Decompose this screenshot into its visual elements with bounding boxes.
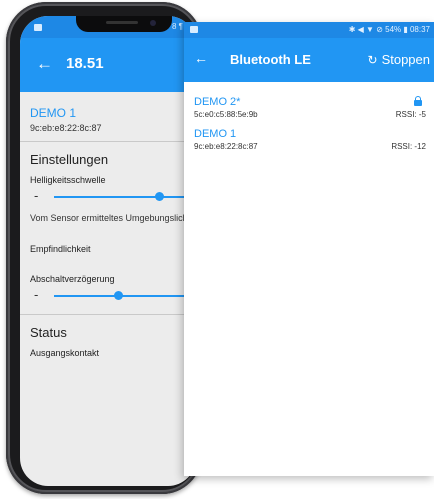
- device-rssi: RSSI: -12: [391, 142, 426, 151]
- phone-notch: [76, 16, 172, 32]
- output-contact-label: Ausgangskontakt: [30, 348, 100, 358]
- status-section-title: Status: [30, 325, 67, 340]
- brightness-threshold-slider[interactable]: -: [30, 185, 196, 207]
- divider: [20, 314, 196, 315]
- slider-track[interactable]: [54, 295, 196, 297]
- status-bar-text: ✱ ◀ ▼ ⊘ 54% ▮ 08:37: [348, 25, 430, 34]
- toolbar-title: Bluetooth LE: [230, 52, 311, 67]
- notification-icon: [34, 24, 42, 31]
- refresh-icon: ↻: [367, 53, 378, 67]
- device-name: DEMO 1: [194, 128, 237, 140]
- device-list-item[interactable]: DEMO 1 9c:eb:e8:22:8c:87 RSSI: -12: [184, 114, 434, 160]
- bluetooth-le-screen: ✱ ◀ ▼ ⊘ 54% ▮ 08:37 ← Bluetooth LE ↻ Stop…: [184, 22, 434, 476]
- device-settings-screen: 8 ¶ ← 18.51 DEMO 1 9c:eb:e8:22:8c:87 Ein…: [20, 16, 196, 486]
- device-mac: 9c:eb:e8:22:8c:87: [194, 142, 258, 151]
- back-arrow-icon[interactable]: ←: [36, 54, 53, 74]
- sensor-note: Vom Sensor ermitteltes Umgebungslicht: [30, 213, 191, 223]
- stop-scan-label: Stoppen: [381, 52, 430, 67]
- device-name: DEMO 2*: [194, 96, 241, 108]
- stop-scan-button[interactable]: ↻ Stoppen: [368, 52, 431, 67]
- lock-icon: [414, 96, 422, 106]
- settings-content: DEMO 1 9c:eb:e8:22:8c:87 Einstellungen H…: [20, 92, 196, 358]
- brightness-threshold-label: Helligkeitsschwelle: [30, 175, 106, 185]
- status-bar: ✱ ◀ ▼ ⊘ 54% ▮ 08:37: [184, 22, 434, 38]
- minus-icon: -: [34, 188, 39, 203]
- settings-section-title: Einstellungen: [30, 152, 109, 167]
- app-toolbar: ← 18.51: [20, 38, 196, 92]
- slider-thumb[interactable]: [113, 291, 123, 300]
- status-bar-text: 8 ¶: [172, 22, 183, 31]
- front-camera: [150, 20, 156, 26]
- slider-track[interactable]: [54, 196, 196, 198]
- minus-icon: -: [34, 287, 39, 302]
- notification-icon: [190, 26, 198, 33]
- switch-off-delay-slider[interactable]: -: [30, 284, 196, 306]
- phone-frame: 8 ¶ ← 18.51 DEMO 1 9c:eb:e8:22:8c:87 Ein…: [6, 2, 202, 494]
- sensitivity-label[interactable]: Empfindlichkeit: [30, 244, 196, 254]
- slider-thumb[interactable]: [155, 192, 165, 201]
- device-mac: 9c:eb:e8:22:8c:87: [30, 123, 102, 133]
- switch-off-delay-label: Abschaltverzögerung: [30, 274, 115, 284]
- divider: [20, 141, 196, 142]
- device-name: DEMO 1: [30, 106, 77, 120]
- app-toolbar: ← Bluetooth LE ↻ Stoppen: [184, 38, 434, 82]
- back-arrow-icon[interactable]: ←: [194, 50, 208, 66]
- speaker-grille: [106, 21, 138, 24]
- toolbar-title: 18.51: [66, 55, 104, 72]
